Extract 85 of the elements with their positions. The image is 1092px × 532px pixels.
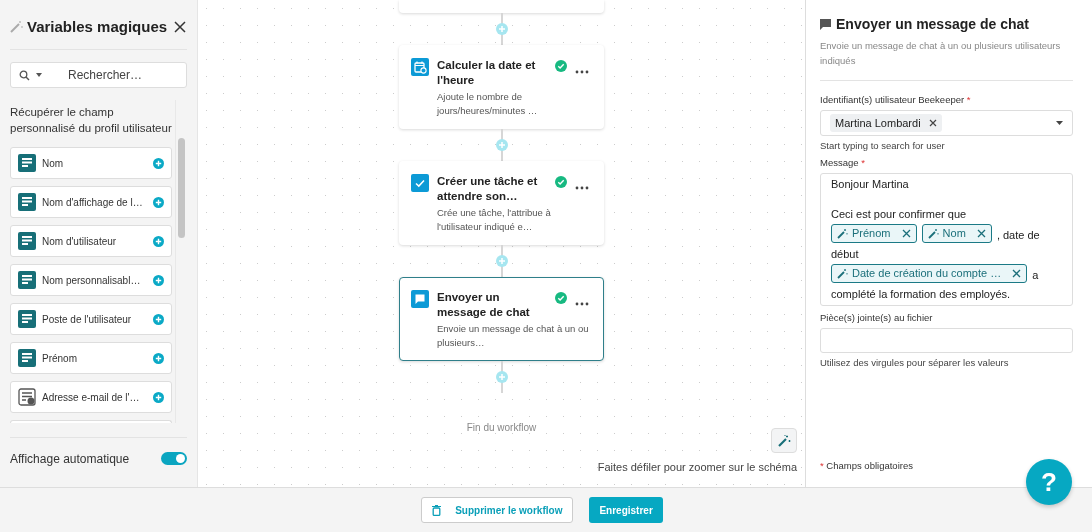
message-text: a: [1032, 269, 1039, 281]
step-card[interactable]: Créer une tâche et attendre son… Crée une tâche, l'attribue à l'utilisateur indiqué e…: [399, 161, 604, 245]
variable-item[interactable]: Nom: [10, 147, 172, 179]
toggle-switch[interactable]: [161, 452, 187, 465]
variable-item[interactable]: Nom d'affichage de l…: [10, 186, 172, 218]
user-select[interactable]: Martina Lombardi: [820, 110, 1073, 136]
variable-item[interactable]: Prénom: [10, 342, 172, 374]
remove-icon: [928, 119, 937, 127]
add-icon: [153, 352, 164, 364]
field-label: Message: [820, 157, 859, 168]
calendar-icon: [411, 58, 429, 76]
message-text: Ceci est pour confirmer que: [831, 207, 968, 222]
remove-icon: [901, 229, 911, 238]
user-tag: Martina Lombardi: [830, 114, 942, 132]
text-field-icon: [18, 193, 36, 211]
magic-wand-icon: [837, 228, 848, 239]
field-label: Identifiant(s) utilisateur Beekeeper: [820, 94, 965, 105]
text-field-icon: [18, 349, 36, 367]
add-icon: [153, 196, 164, 208]
add-icon: [153, 313, 164, 325]
text-field-icon: [18, 310, 36, 328]
add-icon: [153, 391, 164, 403]
chat-icon: [411, 290, 429, 308]
add-step-icon[interactable]: [495, 23, 508, 35]
step-description: Envoie un message de chat à un ou plusieurs…: [437, 322, 590, 350]
field-icon: [18, 388, 36, 406]
variable-item[interactable]: Nom personnalisabl…: [10, 264, 172, 296]
message-field[interactable]: Bonjour Martina Ceci est pour confirmer que Prénom Nom , date de début Date de création du compte … a complété la formation des employés.: [820, 173, 1073, 306]
step-card[interactable]: Calculer la date et l'heure Ajoute le nombre de jours/heures/minutes …: [399, 45, 604, 129]
panel-title: Variables magiques: [27, 18, 169, 35]
required-mark: *: [820, 460, 824, 471]
add-step-icon[interactable]: [495, 139, 508, 151]
caret-icon: [36, 73, 42, 77]
remove-icon: [976, 229, 986, 238]
caret-icon: [1056, 121, 1063, 125]
toggle-label: Affichage automatique: [10, 451, 130, 466]
end-label: Fin du workflow: [466, 422, 537, 433]
section-title: Récupérer le champ personnalisé du profil utilisateur: [10, 105, 172, 136]
search-field[interactable]: Rechercher…: [10, 62, 187, 88]
step-description: Crée une tâche, l'attribue à l'utilisateur indiqué e…: [437, 206, 552, 234]
trash-icon: [432, 504, 442, 516]
scrollbar[interactable]: [175, 100, 187, 423]
required-mark: *: [965, 94, 971, 105]
add-step-icon[interactable]: [495, 255, 508, 267]
zoom-hint: Faites défiler pour zoomer sur le schéma: [597, 461, 797, 473]
add-icon: [153, 157, 164, 169]
step-card[interactable]: [399, 0, 604, 13]
text-field-icon: [18, 271, 36, 289]
search-icon: [19, 69, 30, 81]
variable-item[interactable]: Nom d'utilisateur: [10, 225, 172, 257]
field-hint: Start typing to search for user: [820, 140, 946, 151]
variable-chip[interactable]: Prénom: [831, 224, 917, 243]
message-text: début: [831, 247, 860, 262]
magic-wand-icon[interactable]: [771, 428, 797, 453]
message-text: Bonjour Martina: [831, 177, 910, 192]
checkmark-icon: [411, 174, 429, 192]
panel-title: Envoyer un message de chat: [836, 16, 1029, 32]
required-note-text: Champs obligatoires: [825, 460, 913, 471]
step-title: Calculer la date et l'heure: [437, 58, 537, 88]
message-text: , date de: [996, 229, 1040, 241]
variable-item[interactable]: Adresse e-mail de l'…: [10, 381, 172, 413]
chat-icon: [820, 18, 831, 30]
required-mark: *: [860, 157, 865, 168]
close-icon[interactable]: [173, 19, 187, 34]
add-icon: [153, 274, 164, 286]
variable-item[interactable]: Poste de l'utilisateur: [10, 303, 172, 335]
magic-wand-icon: [927, 228, 939, 239]
panel-description: Envoie un message de chat à un ou plusieurs utilisateurs indiqués: [820, 38, 1073, 81]
attachment-field[interactable]: [820, 328, 1073, 353]
step-title: Envoyer un message de chat: [437, 290, 531, 320]
variable-chip[interactable]: Date de création du compte …: [831, 264, 1028, 283]
step-card[interactable]: Envoyer un message de chat Envoie un message de chat à un ou plusieurs…: [399, 277, 604, 361]
text-field-icon: [18, 154, 36, 172]
magic-wand-icon: [837, 268, 848, 279]
add-icon: [153, 235, 164, 247]
magic-wand-icon: [10, 20, 23, 33]
step-title: Créer une tâche et attendre son…: [437, 174, 539, 204]
field-hint: Utilisez des virgules pour séparer les valeurs: [820, 357, 1010, 368]
remove-icon: [1012, 269, 1022, 278]
text-field-icon: [18, 232, 36, 250]
variable-chip[interactable]: Nom: [921, 224, 992, 243]
add-step-icon[interactable]: [495, 371, 508, 383]
field-label: Pièce(s) jointe(s) au fichier: [820, 312, 933, 323]
step-description: Ajoute le nombre de jours/heures/minutes …: [437, 90, 539, 118]
message-text: complété la formation des employés.: [831, 287, 1012, 302]
